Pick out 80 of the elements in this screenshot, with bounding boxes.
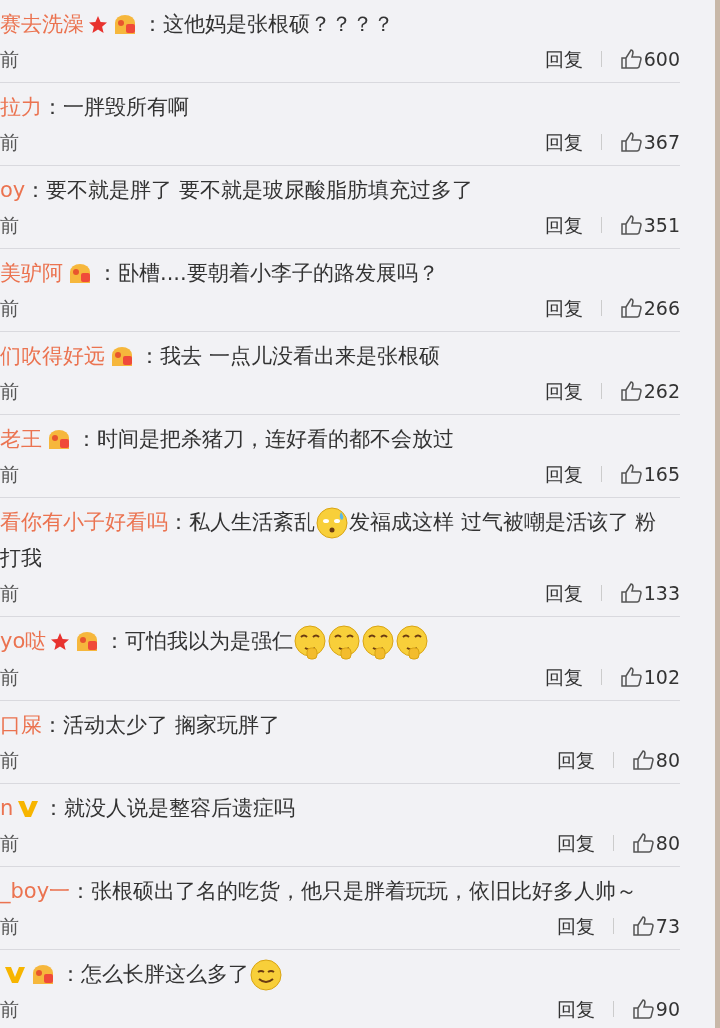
reply-link[interactable]: 回复 [544,293,583,323]
comment-text: ：就没人说是整容后遗症吗 [43,795,296,822]
comment-text: ：一胖毁所有啊 [42,94,189,121]
like-count: 80 [655,747,680,773]
comment-text: ：这他妈是张根硕？？？？ [142,11,394,38]
thumbs-up-icon [631,998,654,1020]
like-count: 80 [655,830,680,856]
timestamp: 前 [0,129,19,155]
comment-text: ：活动太少了 搁家玩胖了 [42,712,280,739]
like-count: 165 [643,461,680,487]
like-count: 133 [643,580,680,606]
smile-emoji-icon [249,958,283,992]
like-button[interactable]: 90 [631,994,680,1024]
thumbs-up-icon [619,582,642,604]
like-button[interactable]: 73 [631,911,680,941]
like-count: 262 [643,378,680,404]
timestamp: 前 [0,580,19,606]
like-button[interactable]: 80 [631,745,680,775]
thinking-emoji-icon [293,624,328,660]
like-button[interactable]: 165 [619,459,680,489]
reply-link[interactable]: 回复 [556,828,595,858]
reply-link[interactable]: 回复 [544,662,583,692]
timestamp: 前 [0,46,19,72]
thumbs-up-icon [619,666,642,688]
reply-link[interactable]: 回复 [544,376,583,406]
like-button[interactable]: 80 [631,828,680,858]
reply-link[interactable]: 回复 [556,994,595,1024]
reply-link[interactable]: 回复 [556,911,595,941]
comment-text: ：时间是把杀猪刀，连好看的都不会放过 [76,426,454,453]
thumbs-up-icon [619,297,642,319]
timestamp: 前 [0,295,19,321]
thumbs-up-icon [619,214,642,236]
comment-text: ：张根硕出了名的吃货，他只是胖着玩玩，依旧比好多人帅～ [70,878,638,905]
thumbs-up-icon [631,915,654,937]
like-count: 90 [655,996,680,1022]
reply-link[interactable]: 回复 [544,578,583,608]
reply-link[interactable]: 回复 [544,44,583,74]
timestamp: 前 [0,913,19,939]
timestamp: 前 [0,664,19,690]
timestamp: 前 [0,378,19,404]
thumbs-up-icon [619,380,642,402]
like-count: 73 [655,913,680,939]
thinking-emoji-icon [327,624,362,660]
sweat-emoji-icon [315,506,349,540]
comment-text: ：可怕我以为是强仁 [104,628,294,655]
thumbs-up-icon [631,749,654,771]
thinking-emoji-icon [395,624,430,660]
timestamp: 前 [0,461,19,487]
like-button[interactable]: 367 [619,127,680,157]
comment-text: ：要不就是胖了 要不就是玻尿酸脂肪填充过多了 [25,177,473,204]
comment-text: ：私人生活紊乱 [168,509,315,536]
comment-text: ：卧槽....要朝着小李子的路发展吗？ [97,260,439,287]
thumbs-up-icon [619,48,642,70]
comment-text: ：我去 一点儿没看出来是张根硕 [139,343,440,370]
reply-link[interactable]: 回复 [544,459,583,489]
like-count: 102 [643,664,680,690]
thumbs-up-icon [631,832,654,854]
like-button[interactable]: 262 [619,376,680,406]
like-button[interactable]: 266 [619,293,680,323]
like-count: 367 [643,129,680,155]
reply-link[interactable]: 回复 [544,127,583,157]
thumbs-up-icon [619,131,642,153]
timestamp: 前 [0,212,19,238]
like-count: 266 [643,295,680,321]
timestamp: 前 [0,830,19,856]
timestamp: 前 [0,996,19,1022]
comment-text: ：怎么长胖这么多了 [60,961,249,988]
reply-link[interactable]: 回复 [556,745,595,775]
thumbs-up-icon [619,463,642,485]
reply-link[interactable]: 回复 [544,210,583,240]
thinking-emoji-icon [361,624,396,660]
like-count: 600 [643,46,680,72]
comment-text: 打我 [0,545,42,572]
like-button[interactable]: 102 [619,662,680,692]
like-button[interactable]: 351 [619,210,680,240]
like-button[interactable]: 133 [619,578,680,608]
comment-text: 发福成这样 过气被嘲是活该了 粉 [349,509,657,536]
timestamp: 前 [0,747,19,773]
like-button[interactable]: 600 [619,44,680,74]
like-count: 351 [643,212,680,238]
